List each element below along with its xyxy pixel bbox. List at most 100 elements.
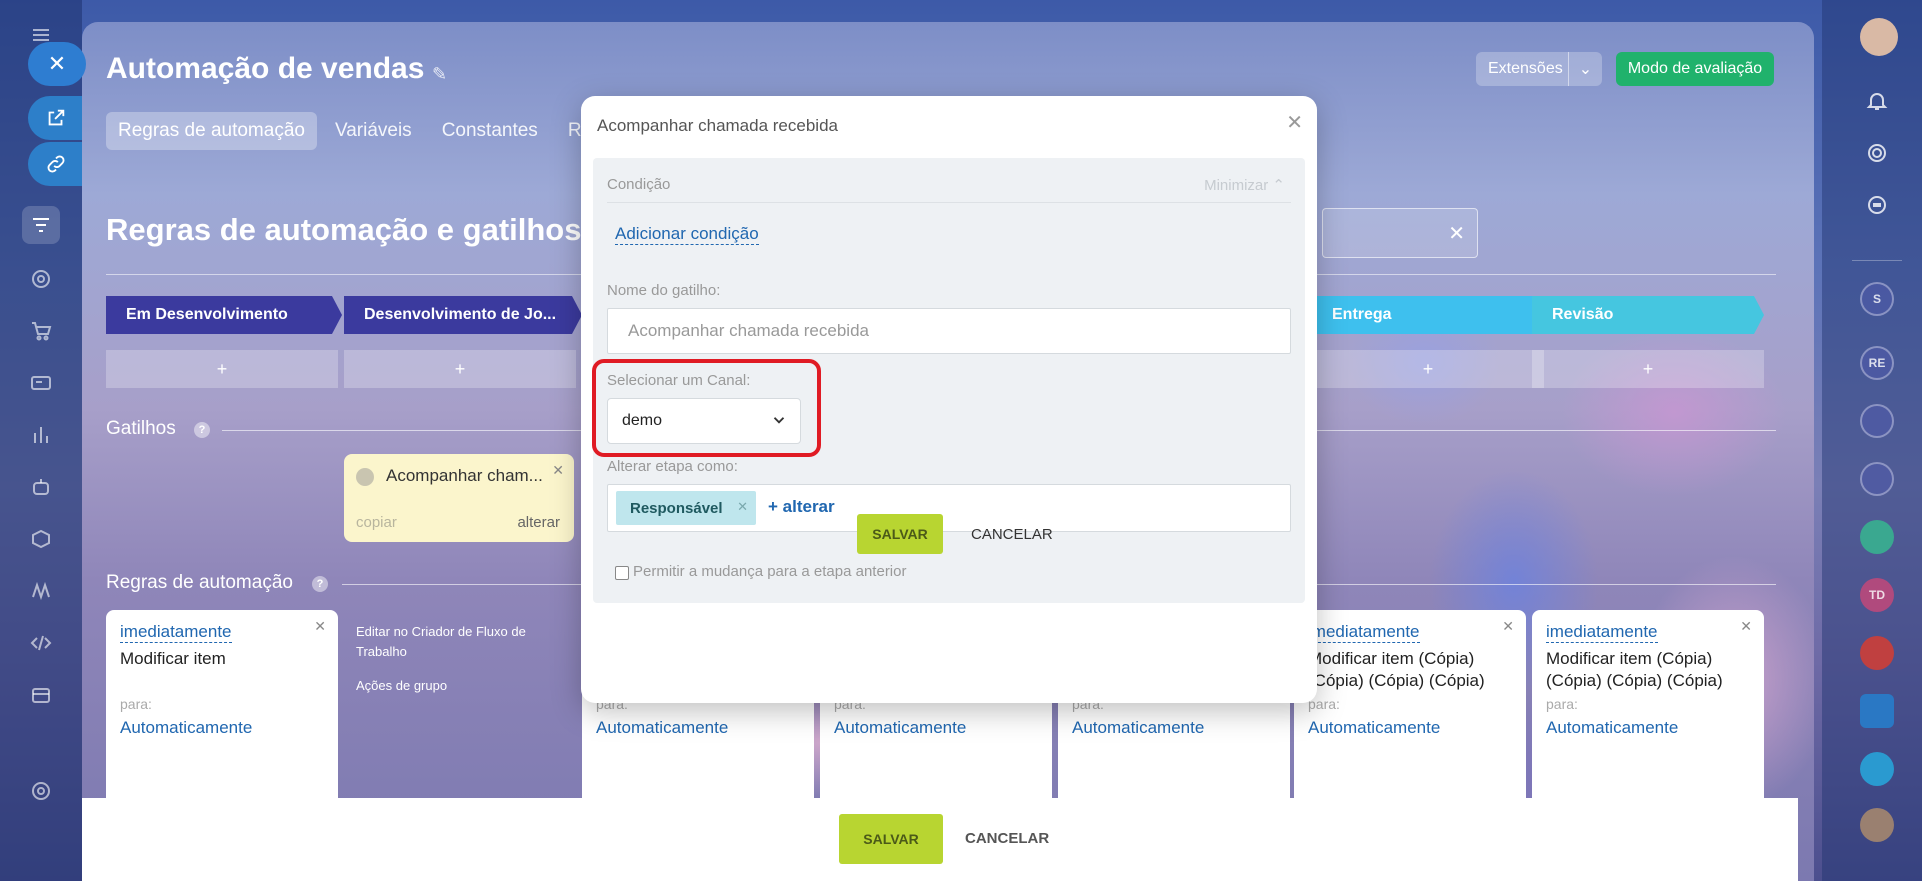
tab-constants[interactable]: Constantes bbox=[430, 112, 550, 150]
bottom-action-bar: SALVAR CANCELAR bbox=[82, 798, 1798, 881]
cancel-button[interactable]: CANCELAR bbox=[965, 830, 1049, 847]
rule-target[interactable]: Automaticamente bbox=[1308, 718, 1440, 738]
copy-link-tab[interactable] bbox=[28, 142, 84, 186]
group-avatar[interactable] bbox=[1860, 636, 1894, 670]
minimize-label: Minimizar bbox=[1204, 177, 1269, 194]
target-icon[interactable] bbox=[26, 264, 56, 294]
avatar[interactable] bbox=[1860, 404, 1894, 438]
rule-timing[interactable]: imediatamente bbox=[1546, 622, 1658, 643]
signature-icon[interactable] bbox=[26, 576, 56, 606]
rule-target[interactable]: Automaticamente bbox=[1546, 718, 1678, 738]
rule-target[interactable]: Automaticamente bbox=[596, 718, 728, 738]
settings-icon[interactable] bbox=[26, 776, 56, 806]
close-icon[interactable]: ✕ bbox=[1286, 110, 1303, 135]
avatar[interactable]: S bbox=[1860, 282, 1894, 316]
extensions-label: Extensões bbox=[1488, 60, 1563, 77]
triggers-title: Gatilhos bbox=[106, 418, 176, 439]
clear-icon[interactable]: ✕ bbox=[1448, 221, 1465, 246]
avatar[interactable]: TD bbox=[1860, 578, 1894, 612]
change-link[interactable]: + alterar bbox=[768, 497, 835, 517]
rule-target[interactable]: Automaticamente bbox=[834, 718, 966, 738]
delete-icon[interactable]: ✕ bbox=[1502, 618, 1514, 635]
phone-icon bbox=[356, 468, 374, 486]
link-icon bbox=[47, 155, 65, 173]
dialog-cancel-button[interactable]: CANCELAR bbox=[971, 526, 1053, 543]
analytics-icon[interactable] bbox=[26, 420, 56, 450]
pin-icon[interactable]: ✎ bbox=[432, 64, 447, 85]
tab-bar: Regras de automação Variáveis Constantes… bbox=[106, 112, 615, 150]
sync-icon[interactable] bbox=[1860, 188, 1894, 222]
extensions-button[interactable]: Extensões ⌄ bbox=[1476, 52, 1602, 86]
add-trigger-button[interactable]: + bbox=[344, 350, 576, 388]
dialog-save-button[interactable]: SALVAR bbox=[857, 514, 943, 554]
save-button[interactable]: SALVAR bbox=[839, 814, 943, 864]
avatar[interactable] bbox=[1860, 462, 1894, 496]
right-sidebar: S RE TD bbox=[1822, 0, 1922, 881]
allow-previous-stage-label[interactable]: Permitir a mudança para a etapa anterior bbox=[633, 563, 906, 580]
stage-column-header[interactable]: Em Desenvolvimento bbox=[106, 296, 342, 334]
add-trigger-button[interactable]: + bbox=[106, 350, 338, 388]
rule-timing[interactable]: imediatamente bbox=[1308, 622, 1420, 643]
copy-link[interactable]: copiar bbox=[356, 514, 397, 531]
help-icon[interactable]: ? bbox=[312, 576, 328, 592]
group-actions-link[interactable]: Ações de grupo bbox=[356, 676, 556, 696]
evaluation-mode-button[interactable]: Modo de avaliação bbox=[1616, 52, 1774, 86]
user-avatar[interactable] bbox=[1860, 18, 1898, 56]
stage-column-header[interactable]: Revisão bbox=[1532, 296, 1764, 334]
group-avatar[interactable] bbox=[1860, 520, 1894, 554]
page-title: Automação de vendas bbox=[106, 52, 425, 85]
delete-icon[interactable]: ✕ bbox=[552, 462, 564, 479]
close-slider-button[interactable]: ✕ bbox=[28, 42, 86, 86]
open-external-tab[interactable] bbox=[28, 96, 84, 140]
delete-icon[interactable]: ✕ bbox=[1740, 618, 1752, 635]
alter-link[interactable]: alterar bbox=[517, 514, 560, 531]
search-input[interactable]: ✕ bbox=[1322, 208, 1478, 258]
rule-for-label: para: bbox=[120, 696, 152, 712]
stage-column-header[interactable]: Desenvolvimento de Jo... bbox=[344, 296, 582, 334]
divider bbox=[607, 202, 1291, 203]
chevron-down-icon[interactable]: ⌄ bbox=[1568, 52, 1602, 86]
rule-target[interactable]: Automaticamente bbox=[1072, 718, 1204, 738]
chat-avatar[interactable] bbox=[1860, 752, 1894, 786]
remove-tag-icon[interactable]: ✕ bbox=[737, 499, 748, 515]
cart-icon[interactable] bbox=[26, 316, 56, 346]
trigger-card[interactable]: Acompanhar cham... ✕ copiar alterar bbox=[344, 454, 574, 542]
channel-highlight bbox=[592, 359, 821, 457]
avatar[interactable]: RE bbox=[1860, 346, 1894, 380]
code-icon[interactable] bbox=[26, 628, 56, 658]
tasks-icon[interactable] bbox=[1860, 694, 1894, 728]
help-icon[interactable]: ? bbox=[194, 422, 210, 438]
minimize-button[interactable]: Minimizar ⌃ bbox=[1204, 176, 1285, 194]
crm-funnel-icon[interactable] bbox=[22, 206, 60, 244]
dialog-title: Acompanhar chamada recebida bbox=[597, 116, 838, 135]
add-trigger-button[interactable]: + bbox=[1532, 350, 1764, 388]
allow-previous-stage-checkbox[interactable] bbox=[615, 566, 629, 580]
responsible-tag: Responsável ✕ bbox=[616, 491, 756, 525]
external-link-icon bbox=[48, 109, 65, 126]
add-trigger-button[interactable]: + bbox=[1312, 350, 1544, 388]
robot-icon[interactable] bbox=[26, 472, 56, 502]
editor-links: Editar no Criador de Fluxo de Trabalho A… bbox=[356, 622, 556, 696]
workflow-editor-link[interactable]: Editar no Criador de Fluxo de Trabalho bbox=[356, 622, 556, 662]
tab-variables[interactable]: Variáveis bbox=[323, 112, 424, 150]
responsible-field[interactable]: Responsável ✕ + alterar bbox=[607, 484, 1291, 532]
rule-for-label: para: bbox=[1546, 696, 1578, 712]
box-icon[interactable] bbox=[26, 524, 56, 554]
rule-name: Modificar item bbox=[120, 649, 226, 668]
rule-timing[interactable]: imediatamente bbox=[120, 622, 232, 643]
section-title: Regras de automação e gatilhos bbox=[106, 212, 582, 247]
rule-target[interactable]: Automaticamente bbox=[120, 718, 252, 738]
ai-icon[interactable] bbox=[1860, 136, 1894, 170]
avatar[interactable] bbox=[1860, 808, 1894, 842]
divider bbox=[1852, 260, 1902, 261]
bell-icon[interactable] bbox=[1860, 84, 1894, 118]
delete-icon[interactable]: ✕ bbox=[314, 618, 326, 635]
trigger-name-input[interactable] bbox=[607, 308, 1291, 354]
chevron-up-icon: ⌃ bbox=[1272, 177, 1285, 194]
tab-automation-rules[interactable]: Regras de automação bbox=[106, 112, 317, 150]
card-icon[interactable] bbox=[26, 368, 56, 398]
trigger-name-label: Nome do gatilho: bbox=[607, 282, 721, 299]
store-icon[interactable] bbox=[26, 680, 56, 710]
add-condition-link[interactable]: Adicionar condição bbox=[615, 224, 759, 245]
stage-column-header[interactable]: Entrega bbox=[1312, 296, 1542, 334]
